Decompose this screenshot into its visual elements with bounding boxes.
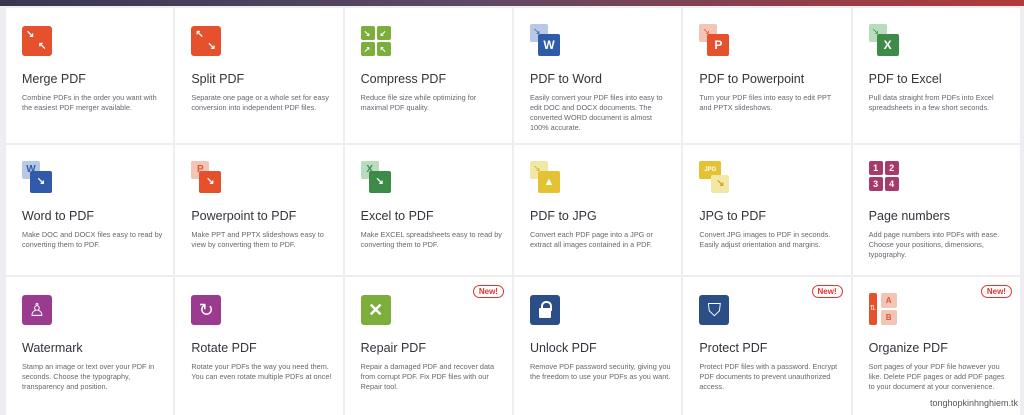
merge-icon: ↘ ↖ xyxy=(22,24,54,58)
pdf-to-excel-icon: ↘ X xyxy=(868,24,901,58)
tool-title: Rotate PDF xyxy=(191,341,257,355)
tool-description: Add page numbers into PDFs with ease. Ch… xyxy=(868,230,1000,259)
tool-title: Powerpoint to PDF xyxy=(191,209,297,223)
tool-title: PDF to Excel xyxy=(868,72,942,86)
tool-card-pdf-to-excel[interactable]: ↘ X PDF to Excel Pull data straight from… xyxy=(852,8,1020,143)
tool-description: Reduce file size while optimizing for ma… xyxy=(360,93,477,112)
page-numbers-icon: 1 2 3 4 xyxy=(868,161,901,195)
pdf-to-powerpoint-icon: ↘ P xyxy=(699,24,731,58)
tool-description: Convert each PDF page into a JPG or extr… xyxy=(529,230,653,249)
tool-card-compress-pdf[interactable]: ↘ ↙ ↗ ↖ Compress PDF Reduce file size wh… xyxy=(344,8,512,143)
tool-title: Repair PDF xyxy=(360,341,426,355)
repair-icon: ✕ xyxy=(360,293,393,327)
tool-title: PDF to Word xyxy=(529,72,602,86)
rotate-icon: ↻ xyxy=(191,293,223,327)
compress-icon: ↘ ↙ ↗ ↖ xyxy=(360,24,393,58)
tool-title: JPG to PDF xyxy=(699,209,767,223)
site-watermark: tonghopkinhnghiem.tk xyxy=(929,398,1018,408)
new-badge: New! xyxy=(980,285,1012,298)
tool-title: Excel to PDF xyxy=(360,209,434,223)
tool-title: Organize PDF xyxy=(868,341,948,355)
tool-description: Make DOC and DOCX files easy to read by … xyxy=(22,230,163,249)
tool-card-word-to-pdf[interactable]: W ↘ Word to PDF Make DOC and DOCX files … xyxy=(6,145,174,275)
tool-description: Rotate your PDFs the way you need them. … xyxy=(191,362,332,381)
tool-description: Protect PDF files with a password. Encry… xyxy=(699,362,838,391)
new-badge: New! xyxy=(811,285,843,298)
tool-card-rotate-pdf[interactable]: ↻ Rotate PDF Rotate your PDFs the way yo… xyxy=(175,277,343,415)
tool-title: PDF to JPG xyxy=(529,209,597,223)
organize-letter-b: B xyxy=(880,310,897,325)
tool-card-pdf-to-jpg[interactable]: ↘ ▲ PDF to JPG Convert each PDF page int… xyxy=(513,145,682,275)
excel-to-pdf-icon: X ↘ xyxy=(360,161,393,195)
tool-description: Easily convert your PDF files into easy … xyxy=(529,93,663,132)
tool-description: Sort pages of your PDF file however you … xyxy=(868,362,1005,391)
tool-description: Remove PDF password security, giving you… xyxy=(529,362,671,381)
tools-grid: ↘ ↖ Merge PDF Combine PDFs in the order … xyxy=(6,8,1020,415)
tool-card-unlock-pdf[interactable]: Unlock PDF Remove PDF password security,… xyxy=(513,277,682,415)
unlock-icon xyxy=(529,293,562,327)
tool-description: Combine PDFs in the order you want with … xyxy=(22,93,157,112)
tool-title: Watermark xyxy=(22,341,83,355)
tool-title: Split PDF xyxy=(191,72,245,86)
tool-card-pdf-to-word[interactable]: ↘ W PDF to Word Easily convert your PDF … xyxy=(513,8,682,143)
page-number-3: 3 xyxy=(868,177,883,191)
tool-card-powerpoint-to-pdf[interactable]: P ↘ Powerpoint to PDF Make PPT and PPTX … xyxy=(175,145,343,275)
page-number-4: 4 xyxy=(884,177,899,191)
powerpoint-to-pdf-icon: P ↘ xyxy=(191,161,223,195)
tool-card-protect-pdf[interactable]: New! ⛉ Protect PDF Protect PDF files wit… xyxy=(683,277,851,415)
pdf-to-word-icon: ↘ W xyxy=(529,24,562,58)
protect-icon: ⛉ xyxy=(699,293,731,327)
page-number-1: 1 xyxy=(868,161,883,175)
tool-description: Separate one page or a whole set for eas… xyxy=(191,93,329,112)
tool-description: Pull data straight from PDFs into Excel … xyxy=(868,93,994,112)
word-to-pdf-icon: W ↘ xyxy=(22,161,54,195)
tool-title: Unlock PDF xyxy=(529,341,597,355)
watermark-icon: ♙ xyxy=(22,293,54,327)
new-badge: New! xyxy=(472,285,504,298)
split-icon: ↖ ↘ xyxy=(191,24,223,58)
tool-title: Protect PDF xyxy=(699,341,768,355)
tool-description: Turn your PDF files into easy to edit PP… xyxy=(699,93,832,112)
tool-description: Convert JPG images to PDF in seconds. Ea… xyxy=(699,230,831,249)
tool-description: Repair a damaged PDF and recover data fr… xyxy=(360,362,495,391)
tool-card-page-numbers[interactable]: 1 2 3 4 Page numbers Add page numbers in… xyxy=(852,145,1020,275)
tool-card-split-pdf[interactable]: ↖ ↘ Split PDF Separate one page or a who… xyxy=(175,8,343,143)
tool-title: Word to PDF xyxy=(22,209,95,223)
tool-description: Stamp an image or text over your PDF in … xyxy=(22,362,155,391)
tool-title: Page numbers xyxy=(868,209,950,223)
tool-card-pdf-to-powerpoint[interactable]: ↘ P PDF to Powerpoint Turn your PDF file… xyxy=(683,8,851,143)
tool-card-organize-pdf[interactable]: New! ⇅ A B Organize PDF Sort pages of yo… xyxy=(852,277,1020,415)
tool-title: Compress PDF xyxy=(360,72,447,86)
page-number-2: 2 xyxy=(884,161,899,175)
top-gradient-bar xyxy=(0,0,1024,6)
tool-card-watermark[interactable]: ♙ Watermark Stamp an image or text over … xyxy=(6,277,174,415)
tool-title: Merge PDF xyxy=(22,72,86,86)
tool-description: Make EXCEL spreadsheets easy to read by … xyxy=(360,230,502,249)
tool-card-repair-pdf[interactable]: New! ✕ Repair PDF Repair a damaged PDF a… xyxy=(344,277,512,415)
tool-title: PDF to Powerpoint xyxy=(699,72,805,86)
organize-letter-a: A xyxy=(880,293,897,308)
tool-card-excel-to-pdf[interactable]: X ↘ Excel to PDF Make EXCEL spreadsheets… xyxy=(344,145,512,275)
tool-card-jpg-to-pdf[interactable]: JPG ↘ JPG to PDF Convert JPG images to P… xyxy=(683,145,851,275)
pdf-to-jpg-icon: ↘ ▲ xyxy=(529,161,562,195)
tool-card-merge-pdf[interactable]: ↘ ↖ Merge PDF Combine PDFs in the order … xyxy=(6,8,174,143)
jpg-to-pdf-icon: JPG ↘ xyxy=(699,161,731,195)
tool-description: Make PPT and PPTX slideshows easy to vie… xyxy=(191,230,324,249)
organize-icon: ⇅ A B xyxy=(868,293,901,327)
